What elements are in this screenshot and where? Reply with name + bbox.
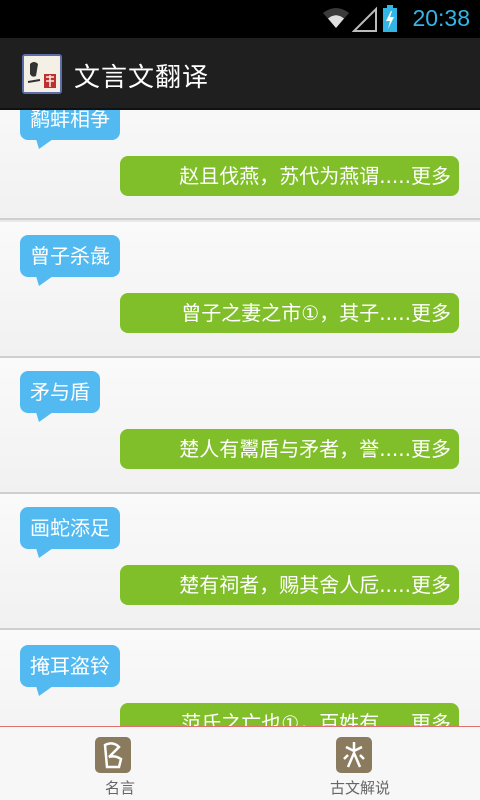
nav-item-quotes[interactable]: 名言 [0,727,240,800]
story-excerpt[interactable]: 范氏之亡也①，百姓有.....更多 [120,703,459,726]
story-title[interactable]: 曾子杀彘 [20,235,120,286]
story-excerpt[interactable]: 赵且伐燕，苏代为燕谓.....更多 [120,156,459,196]
story-excerpt[interactable]: 曾子之妻之市①，其子.....更多 [120,293,459,333]
app-logo-icon[interactable] [22,54,62,94]
story-list-item[interactable]: 矛与盾 楚人有鬻盾与矛者，誉.....更多 [0,358,480,494]
bottom-nav: 名言 古文解说 [0,726,480,800]
quote-seal-icon [95,737,131,773]
story-title[interactable]: 画蛇添足 [20,507,120,558]
ancient-text-seal-icon [336,737,372,773]
story-list-item[interactable]: 鹬蚌相争 赵且伐燕，苏代为燕谓.....更多 [0,110,480,220]
story-list-item[interactable]: 画蛇添足 楚有祠者，赐其舍人卮.....更多 [0,494,480,630]
story-excerpt[interactable]: 楚有祠者，赐其舍人卮.....更多 [120,565,459,605]
battery-charging-icon [382,5,398,37]
story-list-item[interactable]: 掩耳盗铃 范氏之亡也①，百姓有.....更多 [0,630,480,726]
app-title: 文言文翻译 [74,63,210,93]
story-excerpt[interactable]: 楚人有鬻盾与矛者，誉.....更多 [120,429,459,469]
story-list[interactable]: 鹬蚌相争 赵且伐燕，苏代为燕谓.....更多 曾子杀彘 曾子之妻之市①，其子..… [0,110,480,726]
nav-item-ancient-text[interactable]: 古文解说 [240,727,480,800]
status-bar: 20:38 [0,0,480,38]
story-title[interactable]: 掩耳盗铃 [20,645,120,696]
status-clock: 20:38 [412,5,470,31]
story-list-item[interactable]: 曾子杀彘 曾子之妻之市①，其子.....更多 [0,222,480,358]
signal-icon [351,6,378,36]
wifi-icon [322,6,350,34]
nav-label: 古文解说 [329,779,390,797]
story-title[interactable]: 矛与盾 [20,371,100,422]
story-title[interactable]: 鹬蚌相争 [20,110,120,149]
nav-label: 名言 [104,779,135,797]
action-bar: 文言文翻译 [0,38,480,110]
